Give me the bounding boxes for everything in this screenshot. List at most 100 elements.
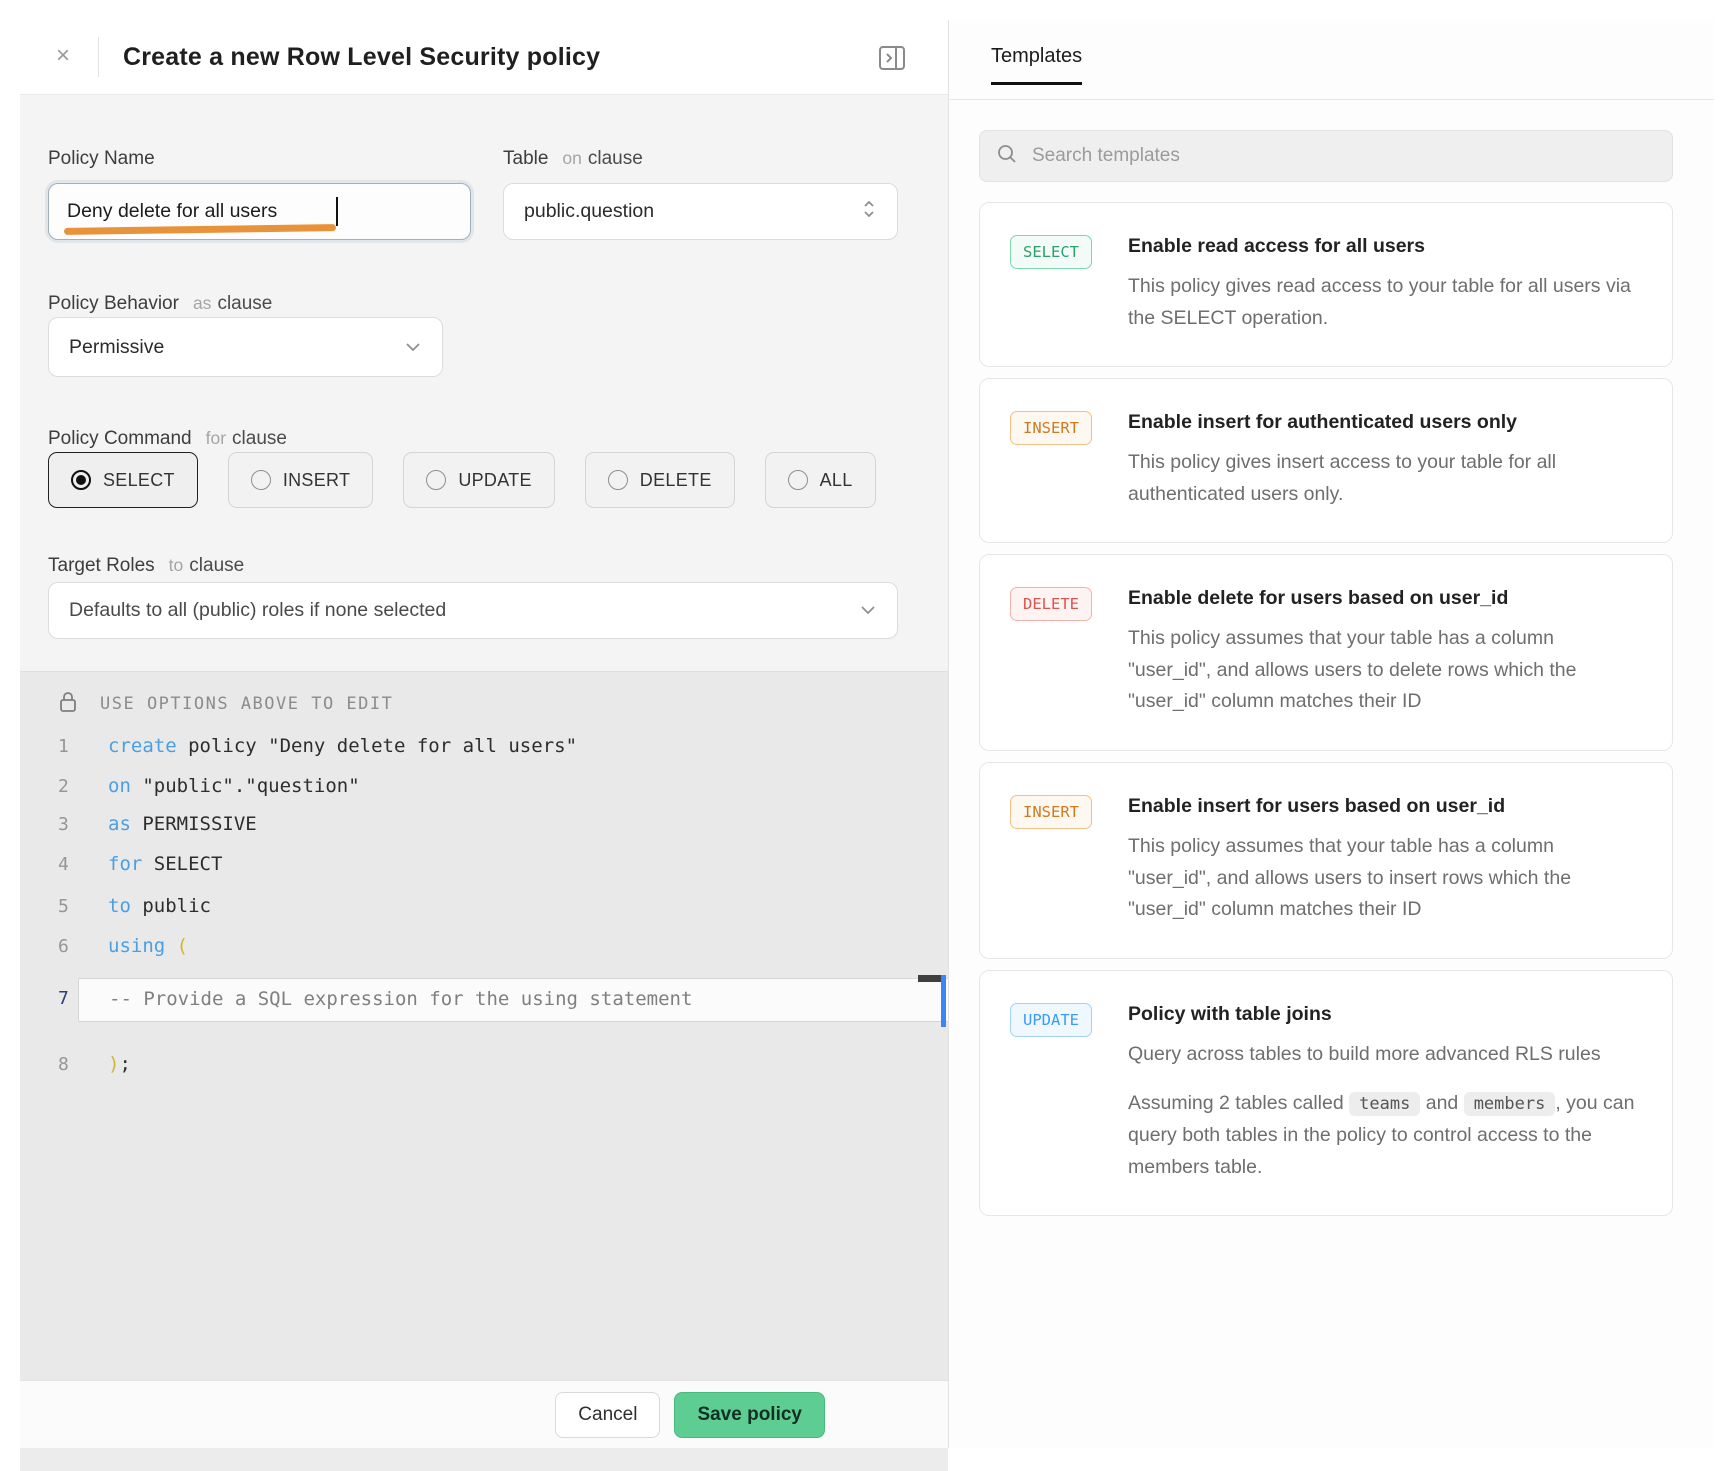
desc-text: Assuming 2 tables called: [1128, 1092, 1350, 1115]
policy-name-label-text: Policy Name: [48, 148, 155, 169]
radio-icon: [607, 470, 628, 490]
command-option-all[interactable]: ALL: [764, 452, 876, 508]
sql-keyword: for: [108, 853, 143, 875]
tab-templates[interactable]: Templates: [991, 45, 1083, 85]
command-option-label: ALL: [819, 469, 853, 490]
behavior-clause-word: clause: [217, 293, 273, 314]
behavior-label-text: Policy Behavior: [48, 293, 179, 314]
tab-divider: [949, 99, 1714, 100]
sql-keyword: create: [108, 735, 177, 757]
save-policy-button[interactable]: Save policy: [674, 1391, 825, 1438]
roles-clause-word: clause: [189, 555, 245, 576]
dock-right-panel-icon[interactable]: [876, 42, 908, 74]
line-number: 8: [58, 1053, 69, 1075]
command-option-select[interactable]: SELECT: [48, 452, 198, 508]
line-number: 6: [58, 935, 69, 957]
template-card-table-joins[interactable]: UPDATE Policy with table joins Query acr…: [979, 969, 1673, 1217]
behavior-clause-keyword: as: [192, 293, 212, 313]
radio-icon: [787, 470, 808, 490]
close-icon[interactable]: ×: [50, 44, 76, 70]
policy-command-label: Policy Command for clause: [48, 428, 287, 450]
teams-table-chip: teams: [1349, 1092, 1421, 1117]
template-description: This policy gives insert access to your …: [1128, 451, 1557, 505]
page: × Create a new Row Level Security policy…: [0, 0, 1734, 1471]
table-select-value: public.question: [524, 200, 655, 222]
table-select[interactable]: public.question: [503, 183, 898, 240]
sql-text: policy "Deny delete for all users": [176, 735, 578, 757]
code-line-5: 5 to public: [20, 886, 948, 926]
roles-select-value: Defaults to all (public) roles if none s…: [69, 599, 447, 621]
line-number: 5: [58, 895, 69, 917]
lock-icon: [58, 690, 78, 718]
page-behind-dialog: [20, 1448, 948, 1471]
target-roles-label: Target Roles to clause: [48, 555, 244, 577]
table-label-text: Table: [503, 148, 549, 169]
card-body: Enable read access for all users This po…: [1128, 235, 1642, 334]
template-card-delete-user-id[interactable]: DELETE Enable delete for users based on …: [979, 554, 1673, 752]
template-description: This policy assumes that your table has …: [1128, 835, 1572, 921]
sql-keyword: to: [108, 895, 131, 917]
command-option-label: DELETE: [639, 469, 712, 490]
dialog-title: Create a new Row Level Security policy: [123, 42, 601, 71]
code-line-1: 1 create policy "Deny delete for all use…: [20, 726, 948, 766]
target-roles-select[interactable]: Defaults to all (public) roles if none s…: [48, 582, 898, 639]
policy-name-label: Policy Name: [48, 148, 155, 170]
template-title: Enable read access for all users: [1128, 235, 1425, 257]
template-title: Enable delete for users based on user_id: [1128, 587, 1509, 610]
line-number: 2: [58, 775, 69, 797]
sql-text: "public"."question": [130, 775, 360, 797]
select-command-badge: SELECT: [1010, 235, 1092, 269]
locked-notice-text: USE OPTIONS ABOVE TO EDIT: [100, 694, 394, 714]
policy-command-options: SELECT INSERT UPDATE DELETE ALL: [48, 452, 876, 508]
update-command-badge: UPDATE: [1010, 1002, 1092, 1037]
card-body: Enable insert for users based on user_id…: [1128, 795, 1642, 926]
code-line-3: 3 as PERMISSIVE: [20, 804, 948, 844]
command-option-update[interactable]: UPDATE: [403, 452, 555, 508]
editor-scroll-marker: [941, 975, 946, 1027]
cancel-button[interactable]: Cancel: [555, 1391, 661, 1438]
command-label-text: Policy Command: [48, 428, 192, 449]
command-option-label: INSERT: [282, 469, 351, 490]
template-card-insert-user-id[interactable]: INSERT Enable insert for users based on …: [979, 762, 1673, 959]
template-card-insert-authenticated[interactable]: INSERT Enable insert for authenticated u…: [979, 378, 1673, 544]
sql-keyword: on: [108, 775, 131, 797]
radio-icon: [250, 470, 271, 490]
card-body: Policy with table joins Query across tab…: [1128, 1003, 1642, 1183]
code-line-2: 2 on "public"."question": [20, 766, 948, 806]
sql-comment-placeholder: -- Provide a SQL expression for the usin…: [109, 988, 693, 1010]
command-clause-keyword: for: [205, 428, 227, 448]
command-option-label: UPDATE: [458, 469, 532, 490]
dialog-footer: Cancel Save policy: [20, 1380, 948, 1448]
table-clause-word: clause: [587, 148, 643, 169]
sql-text: ;: [119, 1053, 131, 1075]
dialog-header: × Create a new Row Level Security policy: [20, 20, 948, 95]
table-label: Table on clause: [503, 148, 643, 170]
search-templates-input[interactable]: [1032, 145, 1656, 167]
chevron-down-icon: [859, 599, 877, 622]
code-line-6: 6 using (: [20, 926, 948, 966]
table-clause-keyword: on: [562, 148, 582, 168]
sql-keyword: using: [108, 935, 166, 957]
command-option-delete[interactable]: DELETE: [584, 452, 735, 508]
sql-paren: (: [165, 935, 189, 957]
sql-editor: USE OPTIONS ABOVE TO EDIT 1 create polic…: [20, 672, 948, 1380]
radio-selected-icon: [71, 470, 91, 490]
sql-text: SELECT: [142, 853, 223, 875]
insert-command-badge: INSERT: [1010, 795, 1092, 830]
template-card-read-access[interactable]: SELECT Enable read access for all users …: [979, 202, 1673, 368]
command-option-insert[interactable]: INSERT: [227, 452, 374, 508]
radio-icon: [426, 470, 447, 490]
sql-expression-input-line[interactable]: -- Provide a SQL expression for the usin…: [78, 978, 948, 1022]
line-number: 3: [58, 813, 69, 835]
command-option-label: SELECT: [103, 469, 175, 490]
templates-panel: Templates SELECT Enable read access for …: [948, 20, 1714, 1448]
sql-text: public: [130, 895, 211, 917]
roles-label-text: Target Roles: [48, 555, 155, 576]
rls-policy-dialog: × Create a new Row Level Security policy…: [20, 20, 948, 1448]
command-clause-word: clause: [232, 428, 287, 449]
card-body: Enable delete for users based on user_id…: [1128, 587, 1642, 718]
template-card-list: SELECT Enable read access for all users …: [979, 202, 1673, 1217]
template-title: Enable insert for authenticated users on…: [1128, 411, 1518, 434]
active-line-number: 7: [58, 988, 69, 1009]
policy-behavior-select[interactable]: Permissive: [48, 317, 443, 377]
